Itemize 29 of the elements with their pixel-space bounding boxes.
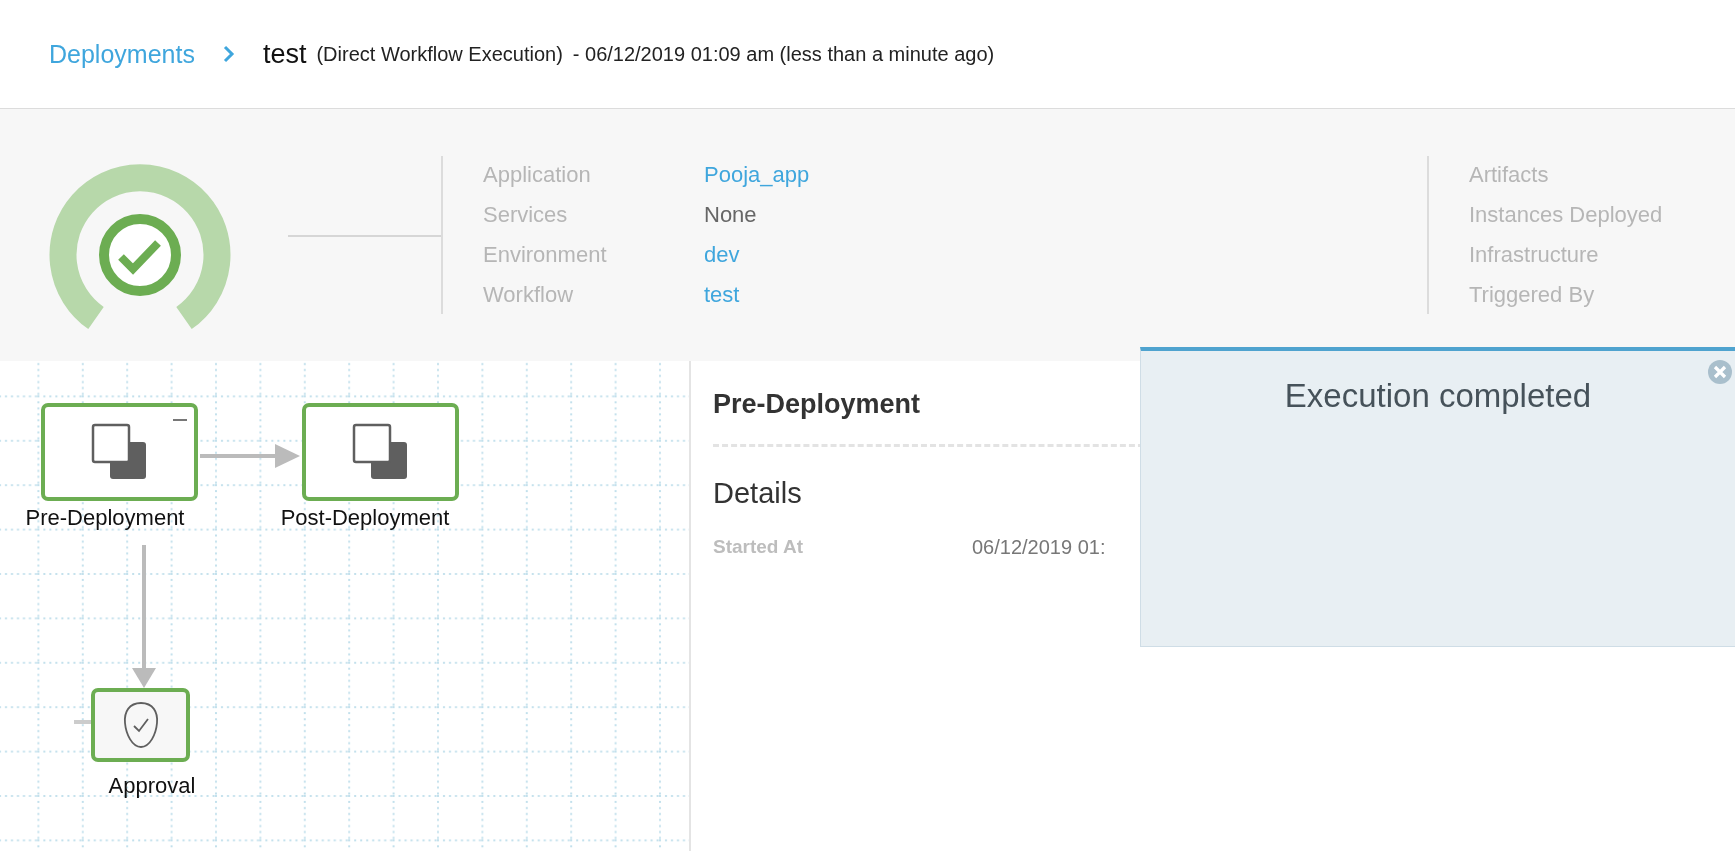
field-label: Services [483, 201, 569, 229]
field-label: Instances Deployed [1469, 201, 1664, 229]
field-label: Environment [483, 241, 608, 269]
node-label: Approval [108, 773, 196, 799]
page-subtitle: (Direct Workflow Execution) [316, 42, 563, 66]
field-label: Artifacts [1469, 161, 1550, 189]
field-label: Triggered By [1469, 281, 1596, 309]
field-link[interactable]: dev [704, 241, 740, 269]
workflow-node[interactable] [302, 403, 459, 501]
section-title: Details [713, 477, 802, 510]
detail-label: Started At [713, 536, 805, 559]
breadcrumb-link[interactable]: Deployments [49, 39, 195, 69]
field-value: None [704, 201, 757, 229]
field-link[interactable]: Pooja_app [704, 161, 810, 189]
field-label: Workflow [483, 281, 575, 309]
notification-message: Execution completed [1284, 377, 1592, 416]
workflow-node[interactable] [91, 688, 190, 762]
node-label: Pre-Deployment [25, 505, 185, 531]
connector-line [74, 720, 91, 724]
field-link[interactable]: test [704, 281, 740, 309]
detail-value: 06/12/2019 01: [972, 536, 1106, 559]
field-label: Infrastructure [1469, 241, 1600, 269]
timestamp: - 06/12/2019 01:09 am (less than a minute ago) [572, 42, 995, 66]
chevron-icon [222, 45, 235, 63]
workflow-node[interactable] [41, 403, 198, 501]
panel-title: Pre-Deployment [713, 389, 921, 420]
field-label: Application [483, 161, 592, 189]
page-title: test [262, 38, 307, 70]
node-label: Post-Deployment [280, 505, 450, 531]
